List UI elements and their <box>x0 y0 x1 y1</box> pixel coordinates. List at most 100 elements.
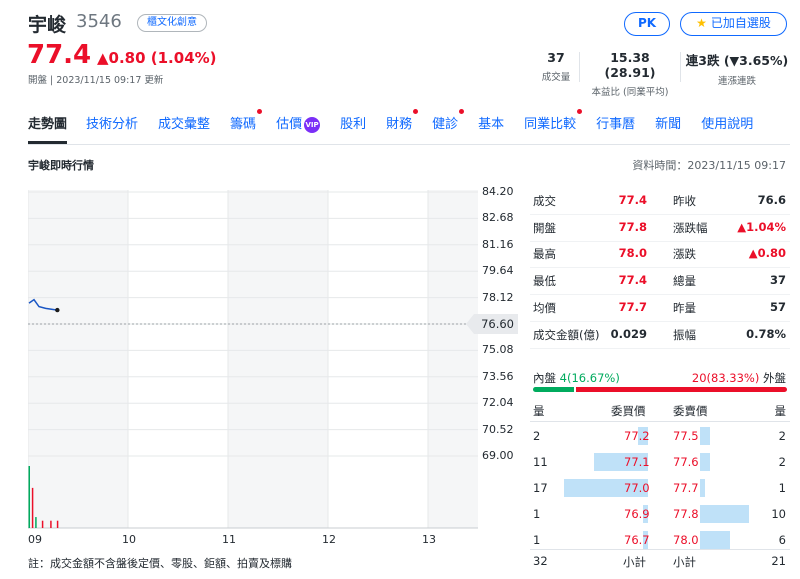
pk-button[interactable]: PK <box>624 12 670 36</box>
stat-value: 連3跌 (▼3.65%) <box>684 50 790 69</box>
bid-price: 77.0 <box>624 481 650 495</box>
quote-row: 成交金額(億) 0.029 振幅 0.78% <box>530 322 790 349</box>
y-tick-label: 73.56 <box>482 369 514 383</box>
y-tick-label: 81.16 <box>482 237 514 251</box>
tab-11[interactable]: 新聞 <box>655 113 681 144</box>
bid-volume: 1 <box>533 507 541 521</box>
tab-label: 使用說明 <box>701 117 754 132</box>
quote-row: 最高 78.0 漲跌 ▲0.80 <box>530 241 790 269</box>
intraday-chart[interactable] <box>28 190 519 550</box>
quote-v: 77.4 <box>618 273 647 288</box>
section-title: 宇峻即時行情 <box>28 159 94 172</box>
tab-0[interactable]: 走勢圖 <box>28 113 68 144</box>
volume-bar <box>28 466 30 528</box>
stock-name: 宇峻 <box>28 14 67 36</box>
volume-bar <box>50 520 52 528</box>
prev-close-label: 76.60 <box>474 314 518 334</box>
tab-label: 估價 <box>276 117 303 132</box>
ask-subtotal-label: 小計 <box>673 555 696 569</box>
outer-pct: (83.33%) <box>706 371 760 385</box>
stat-label: 成交量 <box>541 72 571 83</box>
quote-l: 昨量 <box>673 300 696 315</box>
bid-volume: 1 <box>533 533 541 547</box>
tab-8[interactable]: 基本 <box>478 113 504 144</box>
vip-badge: VIP <box>304 117 321 133</box>
bid-total: 32 <box>533 554 548 568</box>
orderbook-row: 1 76.7 78.0 6 <box>530 529 790 555</box>
divider <box>530 421 790 422</box>
ask-price-header: 委賣價 <box>673 404 708 418</box>
quote-v: ▲1.04% <box>737 219 786 234</box>
tab-label: 股利 <box>340 117 367 132</box>
tab-7[interactable]: 健診 <box>432 109 465 144</box>
notification-dot <box>577 109 583 114</box>
bid-volume: 2 <box>533 429 541 443</box>
ask-price: 78.0 <box>673 533 699 547</box>
stat-streak: 連3跌 (▼3.65%) 連漲連跌 <box>684 50 790 87</box>
y-tick-label: 79.64 <box>482 264 514 278</box>
quote-l: 成交 <box>533 194 556 208</box>
ask-volume: 1 <box>778 481 786 495</box>
bid-subtotal-label: 小計 <box>623 555 646 569</box>
stat-value: 37 <box>547 50 565 65</box>
quote-l: 總量 <box>673 274 696 289</box>
streak-days: 連3跌 <box>685 53 720 68</box>
tab-6[interactable]: 財務 <box>386 109 419 144</box>
bid-price: 76.9 <box>624 507 650 521</box>
quote-row: 開盤 77.8 漲跌幅 ▲1.04% <box>530 215 790 242</box>
hour-band <box>28 190 128 528</box>
stat-value: 15.38 (28.91) <box>604 50 656 80</box>
y-tick-label: 72.04 <box>482 396 514 410</box>
tab-3[interactable]: 籌碼 <box>230 109 263 144</box>
y-tick-label: 70.52 <box>482 422 514 436</box>
tab-10[interactable]: 行事曆 <box>596 113 635 144</box>
ask-volume: 2 <box>778 455 786 469</box>
tab-label: 技術分析 <box>86 117 139 132</box>
volume-bar <box>31 487 34 528</box>
tab-label: 同業比較 <box>524 117 577 132</box>
orderbook-row: 2 77.2 77.5 2 <box>530 425 790 451</box>
tab-9[interactable]: 同業比較 <box>524 109 583 144</box>
volume-bar <box>35 517 37 528</box>
stat-label: 本益比 (同業平均) <box>591 87 669 98</box>
inner-plate-label: 內盤 4(16.67%) <box>533 370 620 386</box>
outer-plate-label: 20(83.33%) 外盤 <box>692 370 786 386</box>
data-time: 資料時間：2023/11/15 09:17 <box>632 159 786 172</box>
stock-code: 3546 <box>76 11 122 32</box>
quote-l: 均價 <box>533 300 556 315</box>
notification-dot <box>257 109 263 114</box>
quote-l: 漲跌 <box>673 247 696 262</box>
quote-l: 開盤 <box>533 220 556 235</box>
tab-bar: 走勢圖 技術分析 成交彙整 籌碼 估價 VIP 股利 財務 健診 基本 同業比較 行事曆 新聞 使用說明 <box>28 109 790 145</box>
outer-value: 20 <box>691 371 707 385</box>
quote-v: ▲0.80 <box>748 246 786 261</box>
watchlist-label: 已加自選股 <box>710 16 771 30</box>
streak-pct: (▼3.65%) <box>723 53 789 68</box>
quote-v: 37 <box>769 273 786 288</box>
ask-price: 77.6 <box>673 455 699 469</box>
ask-volume: 10 <box>771 507 786 521</box>
tab-4[interactable]: 估價 VIP <box>276 113 321 144</box>
x-tick-label: 10 <box>122 533 136 546</box>
bid-price: 76.7 <box>624 533 650 547</box>
tab-5[interactable]: 股利 <box>340 113 366 144</box>
quote-v: 77.4 <box>618 193 647 207</box>
quote-v: 78.0 <box>618 246 647 261</box>
tab-2[interactable]: 成交彙整 <box>158 113 210 144</box>
ask-volume-bar <box>700 505 750 523</box>
quote-v: 77.8 <box>618 219 647 234</box>
watchlist-button[interactable]: ★ 已加自選股 <box>680 12 787 36</box>
quote-l: 最高 <box>533 247 556 262</box>
tab-label: 基本 <box>478 117 505 132</box>
ask-volume-bar <box>700 453 710 471</box>
y-tick-label: 82.68 <box>482 211 514 225</box>
notification-dot <box>459 109 465 114</box>
quote-v: 57 <box>769 299 786 314</box>
divider <box>579 52 580 82</box>
tab-12[interactable]: 使用說明 <box>701 113 753 144</box>
tab-label: 行事曆 <box>596 117 636 132</box>
industry-tag[interactable]: 櫃文化創意 <box>137 14 207 32</box>
last-price-dot <box>55 307 60 313</box>
tab-1[interactable]: 技術分析 <box>86 113 138 144</box>
ask-volume-bar <box>700 479 705 497</box>
